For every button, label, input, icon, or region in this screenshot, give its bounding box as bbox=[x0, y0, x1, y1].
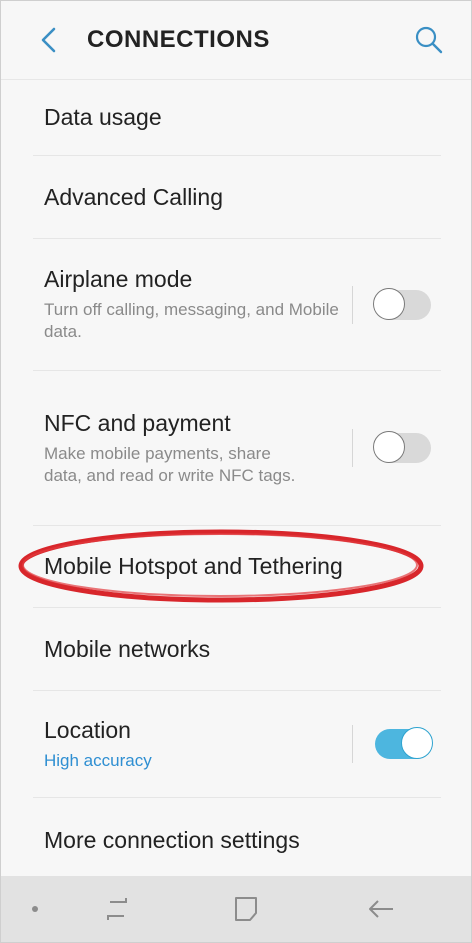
back-button[interactable] bbox=[21, 12, 77, 68]
divider bbox=[352, 725, 353, 763]
item-status: High accuracy bbox=[44, 750, 152, 770]
settings-list: Data usage Advanced Calling Airplane mod… bbox=[1, 79, 471, 882]
divider bbox=[352, 285, 353, 324]
toggle-knob bbox=[373, 287, 405, 320]
item-label: Location bbox=[44, 716, 131, 743]
navigation-bar bbox=[1, 876, 471, 942]
location-item[interactable]: Location High accuracy bbox=[33, 691, 441, 798]
item-label: Advanced Calling bbox=[44, 183, 224, 210]
search-icon bbox=[415, 26, 443, 54]
item-label: NFC and payment bbox=[44, 409, 231, 436]
toggle-knob bbox=[401, 727, 433, 759]
recent-apps-icon[interactable] bbox=[99, 892, 135, 926]
item-label: Data usage bbox=[44, 103, 162, 130]
mobile-hotspot-item[interactable]: Mobile Hotspot and Tethering bbox=[33, 526, 441, 608]
airplane-mode-item[interactable]: Airplane mode Turn off calling, messagin… bbox=[33, 239, 441, 371]
page-title: CONNECTIONS bbox=[87, 26, 270, 53]
item-label: Mobile Hotspot and Tethering bbox=[44, 553, 343, 579]
more-connection-settings-item[interactable]: More connection settings bbox=[33, 798, 441, 882]
item-label: Airplane mode bbox=[44, 266, 193, 292]
advanced-calling-item[interactable]: Advanced Calling bbox=[33, 156, 441, 239]
nfc-toggle[interactable] bbox=[373, 431, 431, 463]
chevron-left-icon bbox=[41, 27, 56, 53]
divider bbox=[352, 429, 353, 467]
home-icon[interactable] bbox=[230, 892, 262, 926]
item-description: Make mobile payments, share data, and re… bbox=[44, 443, 296, 485]
search-button[interactable] bbox=[401, 12, 457, 68]
back-arrow-icon[interactable] bbox=[363, 892, 399, 926]
dot-icon bbox=[29, 903, 41, 915]
toggle-knob bbox=[373, 431, 405, 463]
app-bar: CONNECTIONS bbox=[1, 1, 471, 80]
phone-screen: CONNECTIONS Data usage Advanced Calling … bbox=[0, 0, 472, 943]
airplane-mode-toggle[interactable] bbox=[373, 287, 431, 320]
nfc-payment-item[interactable]: NFC and payment Make mobile payments, sh… bbox=[33, 371, 441, 526]
mobile-networks-item[interactable]: Mobile networks bbox=[33, 608, 441, 691]
item-label: Mobile networks bbox=[44, 635, 211, 662]
data-usage-item[interactable]: Data usage bbox=[33, 79, 441, 156]
item-description: Turn off calling, messaging, and Mobile … bbox=[44, 300, 339, 341]
item-label: More connection settings bbox=[44, 826, 300, 853]
location-toggle[interactable] bbox=[375, 727, 433, 759]
